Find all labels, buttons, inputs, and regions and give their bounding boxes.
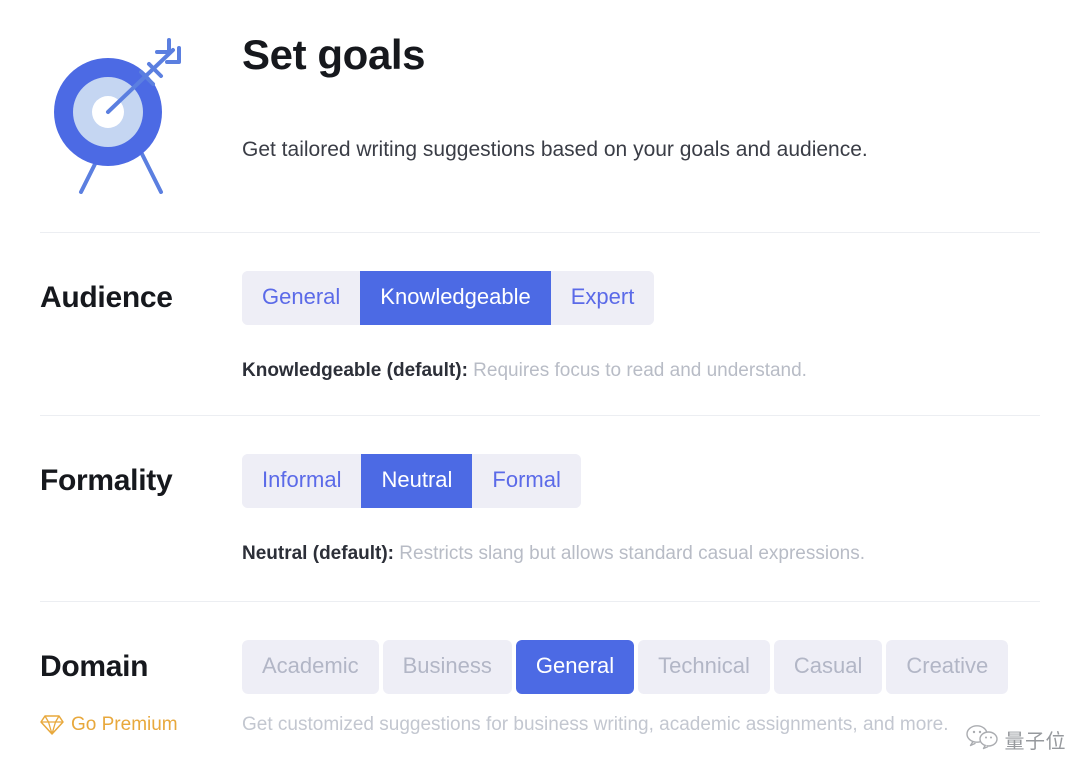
setting-label-audience: Audience bbox=[40, 281, 173, 314]
setting-row-audience: Audience General Knowledgeable Expert Kn… bbox=[0, 233, 1080, 415]
header-text-block: Set goals Get tailored writing suggestio… bbox=[200, 28, 1040, 165]
formality-hint: Neutral (default): Restricts slang but a… bbox=[242, 542, 1040, 567]
go-premium-button[interactable]: Go Premium bbox=[40, 714, 240, 736]
audience-hint: Knowledgeable (default): Requires focus … bbox=[242, 359, 1040, 384]
setting-body-formality: Informal Neutral Formal Neutral (default… bbox=[240, 454, 1040, 567]
audience-option-general[interactable]: General bbox=[242, 271, 361, 325]
setting-label-formality: Formality bbox=[40, 464, 173, 497]
setting-body-domain: Academic Business General Technical Casu… bbox=[240, 640, 1040, 694]
audience-hint-text: Requires focus to read and understand. bbox=[467, 360, 807, 381]
audience-segmented-control[interactable]: General Knowledgeable Expert bbox=[242, 271, 655, 325]
formality-option-formal[interactable]: Formal bbox=[472, 454, 581, 508]
diamond-gem-icon bbox=[40, 714, 64, 736]
audience-option-knowledgeable[interactable]: Knowledgeable bbox=[360, 271, 551, 325]
domain-option-creative[interactable]: Creative bbox=[886, 640, 1009, 694]
formality-segmented-control[interactable]: Informal Neutral Formal bbox=[242, 454, 581, 508]
page-subtitle: Get tailored writing suggestions based o… bbox=[242, 138, 868, 162]
setting-row-formality: Formality Informal Neutral Formal Neutra… bbox=[0, 416, 1080, 601]
go-premium-label: Go Premium bbox=[71, 714, 178, 735]
domain-option-academic[interactable]: Academic bbox=[242, 640, 379, 694]
setting-body-audience: General Knowledgeable Expert Knowledgeab… bbox=[240, 271, 1040, 384]
formality-hint-strong: Neutral (default): bbox=[242, 543, 394, 564]
audience-hint-strong: Knowledgeable (default): bbox=[242, 360, 468, 381]
panel-header: Set goals Get tailored writing suggestio… bbox=[0, 0, 1080, 232]
formality-option-neutral[interactable]: Neutral bbox=[361, 454, 473, 508]
domain-option-business[interactable]: Business bbox=[382, 640, 512, 694]
setting-label-domain: Domain bbox=[40, 650, 149, 683]
set-goals-panel: Set goals Get tailored writing suggestio… bbox=[0, 0, 1080, 779]
formality-option-informal[interactable]: Informal bbox=[242, 454, 362, 508]
premium-row: Go Premium Get customized suggestions fo… bbox=[0, 714, 1080, 736]
target-with-arrow-icon bbox=[40, 28, 200, 194]
domain-option-technical[interactable]: Technical bbox=[638, 640, 770, 694]
page-title: Set goals bbox=[242, 31, 426, 78]
domain-option-casual[interactable]: Casual bbox=[773, 640, 883, 694]
domain-premium-hint: Get customized suggestions for business … bbox=[242, 714, 949, 735]
domain-segmented-control[interactable]: Academic Business General Technical Casu… bbox=[242, 640, 1009, 694]
formality-hint-text: Restricts slang but allows standard casu… bbox=[394, 543, 866, 564]
domain-option-general[interactable]: General bbox=[515, 640, 635, 694]
audience-option-expert[interactable]: Expert bbox=[550, 271, 655, 325]
